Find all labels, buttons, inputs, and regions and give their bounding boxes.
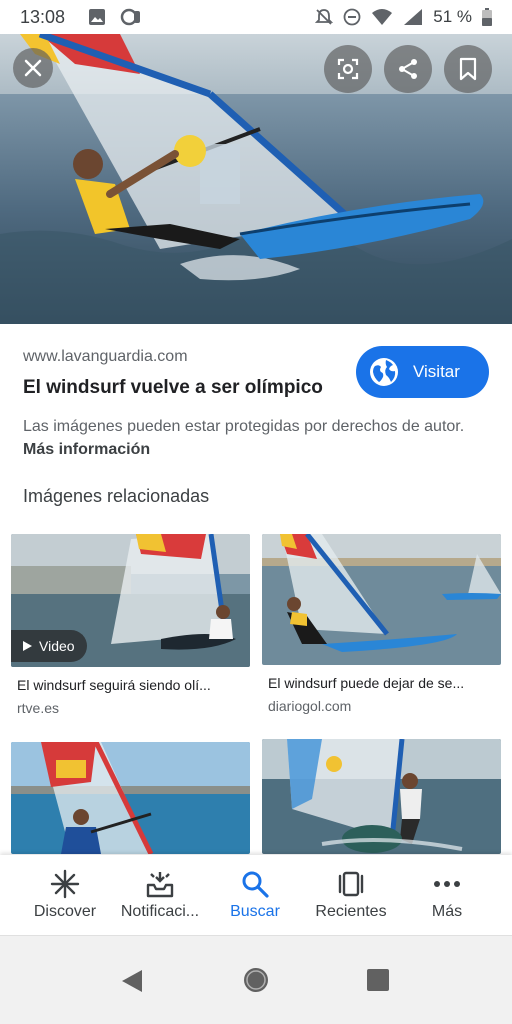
nav-label: Notificaci... [120,903,200,920]
save-button[interactable] [444,45,492,93]
notification-app-icon [120,8,140,26]
close-icon [24,59,42,77]
status-bar: 13:08 51 % [0,0,512,34]
lens-icon [337,58,359,80]
home-icon[interactable] [242,966,270,994]
nav-discover[interactable]: Discover [15,855,115,935]
windsurf-thumbnail [262,739,501,854]
windsurf-thumbnail [262,534,501,665]
search-icon [242,871,269,898]
status-time: 13:08 [20,7,66,27]
related-source[interactable]: diariogol.com [268,698,351,714]
nav-label: Más [431,903,463,920]
source-url[interactable]: www.lavanguardia.com [23,348,188,366]
globe-icon [370,358,398,386]
notifications-icon [146,872,174,898]
battery-percent: 51 % [433,7,472,26]
gallery-icon [89,9,105,25]
nav-search[interactable]: Buscar [205,855,305,935]
related-heading: Imágenes relacionadas [23,486,210,506]
related-item[interactable] [11,742,250,854]
battery-icon [482,8,492,26]
nav-label: Buscar [230,903,280,920]
discover-icon [50,869,80,899]
share-button[interactable] [384,45,432,93]
related-thumbnail[interactable]: Video [11,534,250,667]
system-navigation-bar [0,935,512,1024]
nav-notifications[interactable]: Notificaci... [110,855,210,935]
play-icon [23,641,32,651]
related-item[interactable]: Video El windsurf seguirá siendo olí... … [11,534,250,724]
video-badge-label: Video [39,638,75,654]
related-title[interactable]: El windsurf seguirá siendo olí... [17,677,247,693]
more-info-link[interactable]: Más información [23,441,150,458]
more-icon [434,881,460,887]
copyright-notice: Las imágenes pueden estar protegidas por… [23,415,483,461]
nav-label: Discover [33,903,97,920]
recents-icon [338,871,364,897]
nav-label: Recientes [315,903,387,920]
related-thumbnail[interactable] [262,739,501,854]
visit-button[interactable]: Visitar [356,346,489,398]
signal-icon [404,9,423,25]
wifi-icon [372,9,393,25]
mute-icon [315,9,334,25]
related-item[interactable] [262,739,501,854]
video-badge: Video [11,630,87,662]
bottom-navigation: Discover Notificaci... Buscar Recientes … [0,855,512,935]
image-title[interactable]: El windsurf vuelve a ser olímpico [23,377,323,399]
related-thumbnail[interactable] [262,534,501,665]
share-icon [399,59,417,79]
dnd-icon [343,8,361,26]
close-button[interactable] [13,48,53,88]
back-icon[interactable] [120,968,144,994]
overview-icon[interactable] [367,969,389,991]
windsurfer-photo [0,34,512,324]
nav-recents[interactable]: Recientes [301,855,401,935]
main-image[interactable] [0,34,512,324]
copyright-text: Las imágenes pueden estar protegidas por… [23,418,465,435]
related-item[interactable]: El windsurf puede dejar de se... diariog… [262,534,501,724]
related-thumbnail[interactable] [11,742,250,854]
related-title[interactable]: El windsurf puede dejar de se... [268,675,498,691]
lens-button[interactable] [324,45,372,93]
related-source[interactable]: rtve.es [17,700,59,716]
windsurf-thumbnail [11,742,250,854]
nav-more[interactable]: Más [397,855,497,935]
visit-label: Visitar [413,362,460,381]
bookmark-icon [459,57,477,81]
